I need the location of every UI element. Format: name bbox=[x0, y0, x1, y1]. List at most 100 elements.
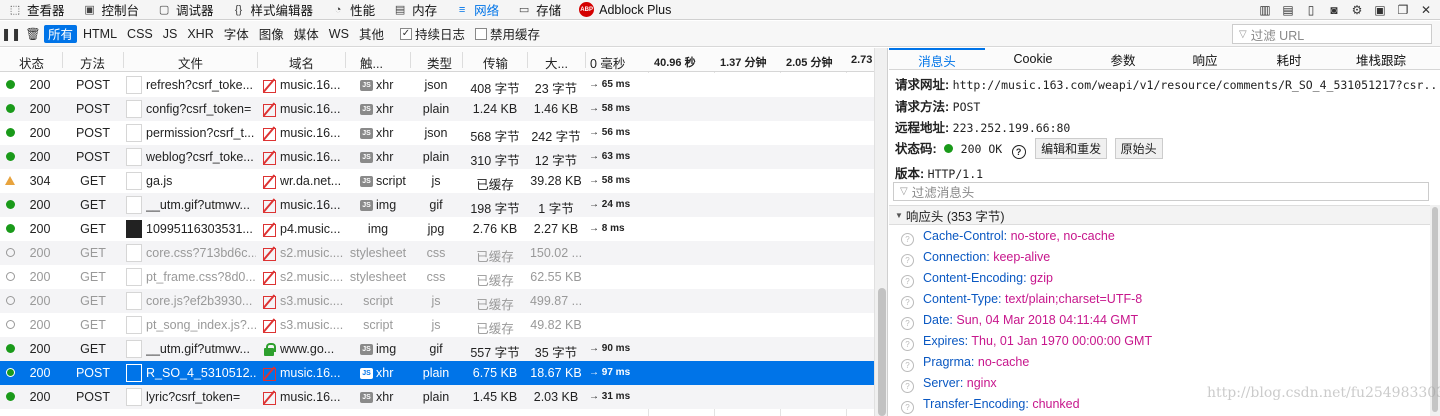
request-size: 1.46 KB bbox=[533, 102, 579, 116]
help-icon[interactable]: ? bbox=[901, 233, 914, 246]
col-type[interactable]: 类型 bbox=[427, 53, 452, 72]
header-key: Content-Type: bbox=[923, 292, 1002, 306]
inspector-icon: ⬚ bbox=[9, 4, 21, 16]
tab-network[interactable]: ≡ 网络 bbox=[447, 0, 509, 20]
edit-resend-button[interactable]: 编辑和重发 bbox=[1035, 138, 1108, 159]
request-status: 200 bbox=[29, 294, 51, 308]
help-icon[interactable]: ? bbox=[901, 254, 914, 267]
url-filter-placeholder: 过滤 URL bbox=[1250, 28, 1305, 43]
help-icon[interactable]: ? bbox=[901, 359, 914, 372]
settings-gear-icon[interactable]: ⚙ bbox=[1347, 1, 1367, 19]
filter-css-button[interactable]: CSS bbox=[123, 25, 157, 43]
request-row[interactable]: 304 GET ga.js wr.da.net... JS script js 已缓存 39.2… bbox=[0, 169, 874, 193]
undock-icon[interactable]: ❐ bbox=[1393, 1, 1413, 19]
filter-images-button[interactable]: 图像 bbox=[255, 25, 288, 43]
col-waterfall-t0[interactable]: 0 毫秒 bbox=[590, 53, 625, 72]
filter-other-button[interactable]: 其他 bbox=[355, 25, 388, 43]
request-row[interactable]: 200 GET __utm.gif?utmwv... www.go... JS img gi… bbox=[0, 337, 874, 361]
filter-all-button[interactable]: 所有 bbox=[44, 24, 78, 43]
request-transferred: 557 字节 bbox=[470, 346, 520, 360]
file-thumbnail-icon bbox=[126, 340, 142, 358]
tab-storage[interactable]: ▭ 存储 bbox=[509, 0, 571, 20]
tab-memory[interactable]: ▤ 内存 bbox=[385, 0, 447, 20]
filter-funnel-icon: ▽ bbox=[1239, 28, 1247, 40]
request-row[interactable]: 200 GET core.css?713bd6c... s2.music.... sty… bbox=[0, 241, 874, 265]
col-status[interactable]: 状态 bbox=[19, 53, 44, 72]
tab-cookies[interactable]: Cookie bbox=[985, 48, 1081, 70]
persist-log-checkbox[interactable]: ✓ 持续日志 bbox=[399, 24, 465, 43]
status-code-value: 200 OK bbox=[960, 142, 1003, 156]
request-row[interactable]: 200 GET pt_frame.css?8d0... s2.music.... sty… bbox=[0, 265, 874, 289]
col-size[interactable]: 大... bbox=[545, 53, 568, 72]
network-icon: ≡ bbox=[458, 3, 466, 16]
tab-style-editor[interactable]: {} 样式编辑器 bbox=[224, 0, 324, 20]
request-method: POST bbox=[75, 150, 111, 164]
col-method[interactable]: 方法 bbox=[80, 53, 105, 72]
tab-stack-trace[interactable]: 堆栈跟踪 bbox=[1333, 48, 1429, 70]
help-icon[interactable]: ? bbox=[901, 338, 914, 351]
filter-xhr-button[interactable]: XHR bbox=[183, 25, 217, 43]
tab-timings[interactable]: 耗时 bbox=[1245, 48, 1333, 70]
col-transferred[interactable]: 传输 bbox=[483, 53, 508, 72]
request-transferred: 1.24 KB bbox=[472, 102, 518, 116]
filter-media-button[interactable]: 媒体 bbox=[290, 25, 323, 43]
col-file[interactable]: 文件 bbox=[178, 53, 203, 72]
console-toggle-icon[interactable]: ▤ bbox=[1278, 1, 1298, 19]
request-type: gif bbox=[429, 198, 443, 212]
request-row[interactable]: 200 POST R_SO_4_5310512... music.16... JS xhr… bbox=[0, 361, 874, 385]
col-cause[interactable]: 触... bbox=[360, 53, 383, 72]
help-icon[interactable]: ? bbox=[901, 296, 914, 309]
split-view-icon[interactable]: ▥ bbox=[1255, 1, 1275, 19]
request-status: 200 bbox=[29, 222, 51, 236]
url-filter-input[interactable]: ▽ 过滤 URL bbox=[1232, 24, 1432, 44]
request-row[interactable]: 200 POST weblog?csrf_toke... music.16... JS x… bbox=[0, 145, 874, 169]
request-row[interactable]: 200 POST refresh?csrf_toke... music.16... JS… bbox=[0, 73, 874, 97]
tab-performance[interactable]: ◔ 性能 bbox=[323, 0, 385, 20]
tab-inspector[interactable]: ⬚ 查看器 bbox=[0, 0, 75, 20]
filter-ws-button[interactable]: WS bbox=[325, 25, 353, 43]
request-row[interactable]: 200 GET core.js?ef2b3930... s3.music.... scr… bbox=[0, 289, 874, 313]
scrollbar-thumb[interactable] bbox=[1432, 207, 1438, 412]
screenshot-icon[interactable]: ◙ bbox=[1324, 1, 1344, 19]
disable-cache-checkbox[interactable]: 禁用缓存 bbox=[474, 24, 540, 43]
request-row[interactable]: 200 POST permission?csrf_t... music.16... JS… bbox=[0, 121, 874, 145]
filter-html-button[interactable]: HTML bbox=[79, 25, 121, 43]
tab-debugger[interactable]: ▢ 调试器 bbox=[149, 0, 224, 20]
request-row[interactable]: 200 GET 10995116303531... p4.music... img jpg… bbox=[0, 217, 874, 241]
help-icon[interactable]: ? bbox=[901, 401, 914, 414]
request-row[interactable]: 200 POST lyric?csrf_token= music.16... JS xhr… bbox=[0, 385, 874, 409]
tab-headers[interactable]: 消息头 bbox=[889, 48, 985, 70]
responsive-design-icon[interactable]: ▯ bbox=[1301, 1, 1321, 19]
tab-params[interactable]: 参数 bbox=[1081, 48, 1165, 70]
pause-icon[interactable]: ❚❚ bbox=[0, 23, 22, 45]
tab-adblock[interactable]: ABP Adblock Plus bbox=[571, 0, 681, 20]
help-icon[interactable]: ? bbox=[1011, 145, 1026, 159]
request-status: 200 bbox=[29, 198, 51, 212]
raw-headers-button[interactable]: 原始头 bbox=[1114, 138, 1163, 159]
col-domain[interactable]: 域名 bbox=[289, 53, 314, 72]
request-row[interactable]: 200 GET pt_song_index.js?... s3.music.... sc… bbox=[0, 313, 874, 337]
help-icon[interactable]: ? bbox=[901, 317, 914, 330]
details-panel: 消息头 Cookie 参数 响应 耗时 堆栈跟踪 请求网址: http://mu… bbox=[889, 48, 1440, 416]
request-row[interactable]: 200 POST config?csrf_token= music.16... JS xh… bbox=[0, 97, 874, 121]
help-icon[interactable]: ? bbox=[901, 275, 914, 288]
request-type: json bbox=[424, 78, 448, 92]
request-row[interactable]: 200 GET __utm.gif?utmwv... music.16... JS img… bbox=[0, 193, 874, 217]
close-icon[interactable]: ✕ bbox=[1416, 1, 1436, 19]
clear-trash-icon[interactable]: 🗑 bbox=[22, 23, 44, 45]
filter-js-button[interactable]: JS bbox=[159, 25, 182, 43]
request-file: pt_song_index.js?... bbox=[146, 318, 256, 332]
scrollbar-thumb[interactable] bbox=[878, 288, 886, 416]
request-transferred: 已缓存 bbox=[476, 322, 514, 336]
tab-response[interactable]: 响应 bbox=[1165, 48, 1245, 70]
tab-console[interactable]: ▣ 控制台 bbox=[75, 0, 150, 20]
request-list-scrollbar[interactable] bbox=[874, 48, 887, 416]
filter-fonts-button[interactable]: 字体 bbox=[220, 25, 253, 43]
response-headers-toggle[interactable]: ▼ 响应头 (353 字节) bbox=[889, 205, 1430, 225]
header-filter-input[interactable]: ▽ 过滤消息头 bbox=[893, 182, 1429, 201]
column-divider bbox=[123, 52, 124, 68]
insecure-icon bbox=[262, 173, 276, 189]
help-icon[interactable]: ? bbox=[901, 380, 914, 393]
dock-side-icon[interactable]: ▣ bbox=[1370, 1, 1390, 19]
header-value: Sun, 04 Mar 2018 04:11:44 GMT bbox=[956, 313, 1139, 327]
